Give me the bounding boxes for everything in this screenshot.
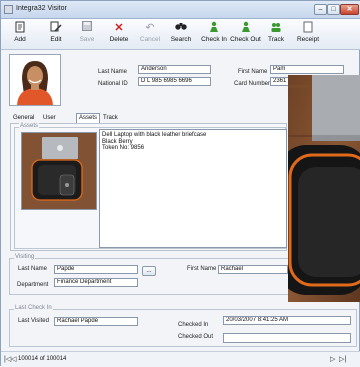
app-icon [4, 5, 13, 14]
window-title: Integra32 Visitor [16, 5, 67, 12]
tab-user-fields[interactable]: User Fields [41, 113, 61, 131]
assets-group-title: Assets [19, 123, 40, 129]
edit-icon [45, 21, 67, 36]
last-visited-label: Last Visited [18, 318, 49, 324]
assets-note-line: Token No: 9856 [102, 145, 145, 151]
floppy-disk-icon [76, 21, 98, 36]
last-name-label: Last Name [98, 69, 128, 75]
checked-in-field[interactable]: 20/03/2007 8:41:25 AM [223, 316, 351, 325]
close-button[interactable]: ✕ [340, 4, 359, 15]
binoculars-icon [169, 21, 193, 36]
undo-icon: ↶ [145, 22, 155, 34]
national-id-label: National ID [98, 81, 128, 87]
first-name-field[interactable]: Pam [270, 65, 344, 74]
edit-button[interactable]: Edit [45, 21, 67, 48]
cancel-label: Cancel [139, 36, 161, 43]
card-number-label: Card Number [234, 81, 271, 87]
toolbar: Add Edit Save ✕ Delete ↶ Cancel Search C… [1, 19, 360, 50]
national-id-field[interactable]: D L 985 6985 6696 [138, 77, 211, 86]
visiting-lookup-button[interactable]: ... [142, 266, 156, 276]
check-out-button[interactable]: Check Out [230, 21, 261, 48]
assets-notes-field[interactable]: Dell Laptop with black leather briefcase… [99, 129, 287, 248]
visiting-group: Visiting [9, 254, 289, 295]
assets-large-photo [288, 75, 360, 302]
track-button[interactable]: Track [265, 21, 287, 48]
maximize-button[interactable]: □ [327, 4, 340, 15]
visitor-photo [9, 54, 61, 106]
search-label: Search [170, 36, 192, 43]
last-name-field[interactable]: Anderson [138, 65, 211, 74]
cancel-button[interactable]: ↶ Cancel [137, 21, 163, 48]
last-visited-field[interactable]: Rachael Papde [54, 317, 138, 326]
check-in-label: Check In [201, 36, 227, 43]
previous-record-button[interactable]: ◁ [11, 355, 16, 364]
assets-photo [21, 132, 97, 210]
title-bar: Integra32 Visitor – □ ✕ [1, 1, 360, 19]
visiting-last-name-field[interactable]: Papde [54, 265, 138, 274]
add-document-icon [9, 21, 31, 36]
next-record-button[interactable]: ▷ [330, 355, 335, 364]
track-people-icon [265, 21, 287, 36]
check-in-button[interactable]: Check In [199, 21, 229, 48]
track-label: Track [267, 36, 284, 43]
receipt-icon [295, 21, 321, 36]
department-label: Department [17, 282, 49, 288]
add-label: Add [14, 36, 26, 43]
visiting-first-name-label: First Name [187, 266, 217, 272]
add-button[interactable]: Add [9, 21, 31, 48]
last-check-in-group-title: Last Check In [14, 305, 53, 311]
receipt-button[interactable]: Receipt [295, 21, 321, 48]
department-field[interactable]: Finance Department [54, 278, 138, 287]
delete-x-icon: ✕ [114, 22, 124, 34]
checked-out-field[interactable] [223, 333, 351, 343]
tab-general[interactable]: General [11, 113, 36, 123]
visiting-group-title: Visiting [14, 254, 36, 260]
visitor-window: Integra32 Visitor – □ ✕ Add Edit Save ✕ … [0, 0, 360, 367]
search-button[interactable]: Search [169, 21, 193, 48]
check-out-person-icon [230, 21, 261, 36]
checked-in-label: Checked In [178, 322, 209, 328]
record-navigator: |◁ ◁ 100014 of 100014 ▷ ▷| [1, 351, 360, 367]
delete-label: Delete [109, 36, 129, 43]
first-name-label: First Name [238, 69, 268, 75]
tab-assets[interactable]: Assets [76, 113, 101, 123]
delete-button[interactable]: ✕ Delete [106, 21, 132, 48]
receipt-label: Receipt [296, 36, 320, 43]
checked-out-label: Checked Out [178, 334, 214, 340]
last-record-button[interactable]: ▷| [339, 355, 346, 364]
edit-label: Edit [50, 36, 62, 43]
check-out-label: Check Out [230, 36, 261, 43]
check-in-person-icon [199, 21, 229, 36]
save-button[interactable]: Save [76, 21, 98, 48]
save-label: Save [79, 36, 95, 43]
record-position: 100014 of 100014 [18, 356, 67, 362]
minimize-button[interactable]: – [314, 4, 327, 15]
visiting-last-name-label: Last Name [18, 266, 48, 272]
visiting-first-name-field[interactable]: Rachael [218, 265, 288, 274]
tab-track[interactable]: Track [101, 113, 120, 123]
